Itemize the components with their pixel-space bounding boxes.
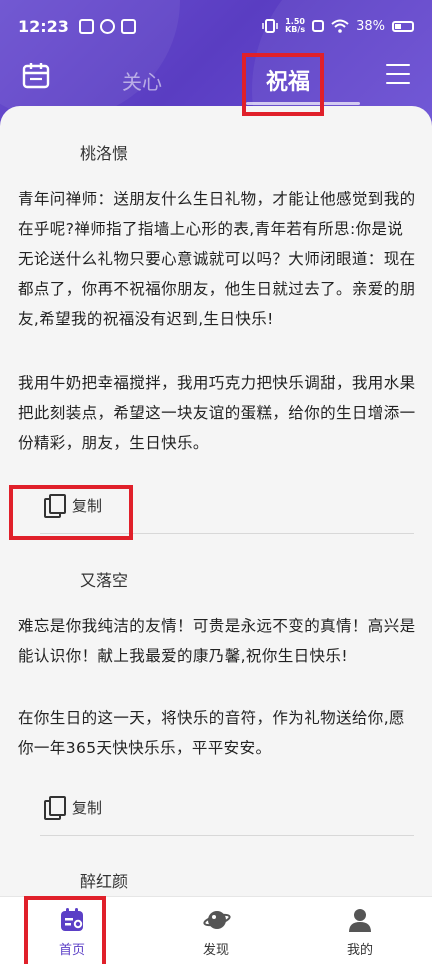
bottom-nav-home-label: 首页 xyxy=(58,943,85,958)
bottom-nav-home[interactable]: 首页 xyxy=(22,897,122,964)
battery-icon xyxy=(392,20,414,32)
vibrate-icon xyxy=(262,18,278,34)
entry-paragraph: 在你生日的这一天，将快乐的音符，作为礼物送给你,愿你一年365天快快乐乐，平平安… xyxy=(18,709,405,757)
hamburger-menu-icon[interactable] xyxy=(386,64,410,86)
status-notification-icons xyxy=(78,18,136,34)
entry-paragraph: 难忘是你我纯洁的友情！可贵是永远不变的真情！高兴是能认识你！献上我最爱的康乃馨,… xyxy=(18,617,416,665)
entry-author: 醉红颜 xyxy=(80,872,129,891)
entry-divider xyxy=(40,533,414,534)
person-icon xyxy=(347,907,373,933)
entry-author: 又落空 xyxy=(80,571,129,590)
no-sim-icon xyxy=(312,20,325,32)
app-notification-icon xyxy=(99,18,115,34)
entry-author: 桃洛憬 xyxy=(80,144,129,163)
copy-label: 复制 xyxy=(72,496,103,515)
bottom-nav-discover-label: 发现 xyxy=(202,943,229,958)
top-nav-bar: 关心 祝福 xyxy=(0,52,432,108)
status-system-icons: 1.50 KB/s 38% xyxy=(262,18,414,34)
status-time: 12:23 xyxy=(18,16,69,36)
copy-button[interactable]: 复制 xyxy=(44,494,103,518)
bottom-nav-discover[interactable]: 发现 xyxy=(166,897,266,964)
status-bar: 12:23 1.50 KB/s 38% xyxy=(0,0,432,52)
bottom-nav-bar: 首页 发现 我的 xyxy=(0,896,432,964)
calendar-icon[interactable] xyxy=(22,62,50,90)
wifi-icon xyxy=(331,19,349,33)
copy-button[interactable]: 复制 xyxy=(44,796,103,820)
network-speed: 1.50 KB/s xyxy=(285,18,305,34)
network-speed-unit: KB/s xyxy=(285,25,306,34)
app-notification-icon xyxy=(120,18,136,34)
home-calendar-icon xyxy=(59,907,85,933)
entry-divider xyxy=(40,835,414,836)
entry-paragraph: 我用牛奶把幸福搅拌，我用巧克力把快乐调甜，我用水果把此刻装点，希望这一块友谊的蛋… xyxy=(18,374,416,452)
entry-paragraph: 青年问禅师：送朋友什么生日礼物，才能让他感觉到我的在乎呢?禅师指了指墙上心形的表… xyxy=(18,190,416,328)
blessing-list[interactable]: 桃洛憬 青年问禅师：送朋友什么生日礼物，才能让他感觉到我的在乎呢?禅师指了指墙上… xyxy=(0,106,432,896)
tab-care[interactable]: 关心 xyxy=(122,66,162,95)
notification-icon xyxy=(78,18,94,34)
bottom-nav-mine[interactable]: 我的 xyxy=(310,897,410,964)
battery-percent: 38% xyxy=(356,18,385,34)
copy-icon xyxy=(44,796,66,820)
tab-blessing[interactable]: 祝福 xyxy=(266,64,310,96)
bottom-nav-mine-label: 我的 xyxy=(346,943,373,958)
tab-active-indicator xyxy=(246,102,360,105)
copy-icon xyxy=(44,494,66,518)
copy-label: 复制 xyxy=(72,798,103,817)
planet-icon xyxy=(203,907,231,933)
